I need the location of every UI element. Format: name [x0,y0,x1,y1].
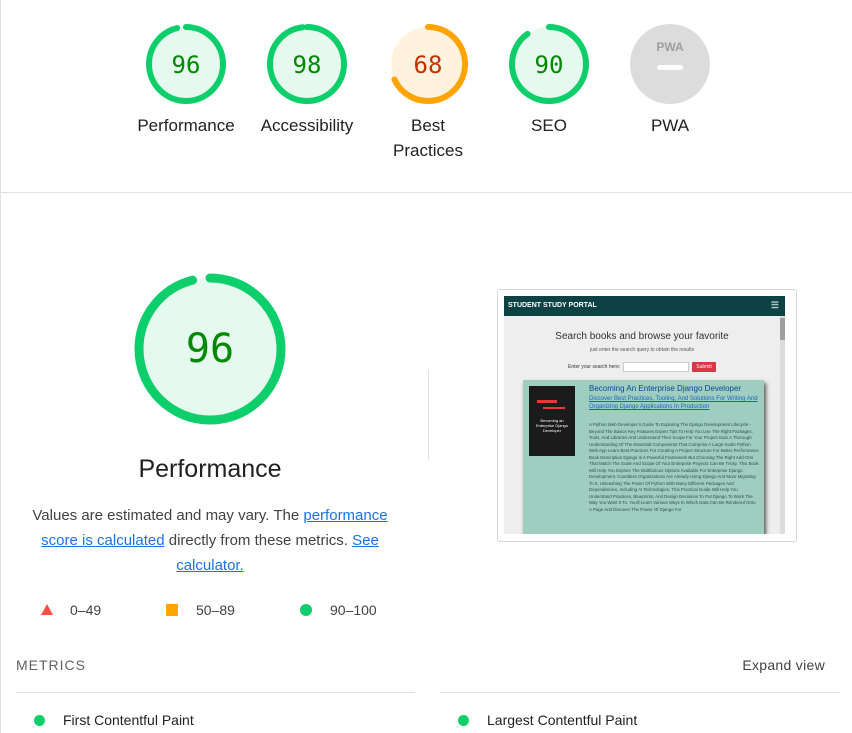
section-divider [0,192,852,193]
metric-first-contentful-paint[interactable]: First Contentful Paint [34,712,194,728]
gauge-score: 68 [414,51,443,79]
circle-icon [300,604,312,616]
metrics-heading: METRICS [16,657,86,673]
metrics-rule-right [440,692,840,693]
legend-average: 50–89 [166,600,235,620]
description-text-2: directly from these metrics. [164,532,353,549]
vertical-separator [428,370,429,460]
legend-pass: 90–100 [300,600,377,620]
accessibility-gauge-ring: 98 [267,24,347,104]
screenshot-search-input [623,362,690,372]
performance-score: 96 [186,326,234,372]
book-description: A Python Web Developer's Guide To Explor… [589,422,759,512]
gauge-label: Performance [137,116,235,135]
pass-circle-icon [458,714,469,726]
triangle-icon [41,604,53,615]
pass-circle-icon [34,714,45,726]
hamburger-icon: ☰ [770,300,779,310]
legend-pass-label: 90–100 [330,602,377,618]
legend-fail-label: 0–49 [70,602,102,618]
screenshot-search-label: Enter your search here: [568,364,621,370]
expand-view-toggle[interactable]: Expand view [742,657,825,673]
metrics-rule-left [16,692,415,693]
gauge-seo[interactable]: 90 SEO [489,0,609,138]
seo-gauge-ring: 90 [509,24,589,104]
gauge-accessibility[interactable]: 98 Accessibility [247,0,367,138]
metric-label: Largest Contentful Paint [487,712,638,728]
gauge-label: SEO [531,116,567,135]
gauge-pwa[interactable]: PWA PWA [610,0,730,138]
screenshot-subheading: just enter the search query to obtain th… [589,347,695,353]
pwa-badge-icon: PWA [630,24,710,104]
performance-gauge-ring: 96 [146,24,226,104]
screenshot-book-card: Becoming an Enterprise Django Developer … [523,380,764,534]
book-cover-text: Becoming an Enterprise Django Developer [535,418,569,433]
screenshot-viewport: STUDENT STUDY PORTAL ☰ Search books and … [504,296,785,534]
performance-description: Values are estimated and may vary. The p… [20,503,400,578]
category-gauges: 96 Performance 98 Accessibility 68 Best … [0,0,852,192]
screenshot-scroll-thumb [780,318,785,340]
gauge-best-practices[interactable]: 68 Best Practices [368,0,488,163]
book-title: Becoming An Enterprise Django Developer [589,384,742,393]
final-screenshot[interactable]: STUDENT STUDY PORTAL ☰ Search books and … [497,289,797,542]
gauge-label-line2: Practices [393,141,463,160]
gauge-score: 96 [172,51,201,79]
screenshot-brand: STUDENT STUDY PORTAL [508,302,597,309]
legend-average-label: 50–89 [196,602,235,618]
square-icon [166,604,178,616]
performance-title: Performance [138,455,282,483]
gauge-score: 90 [535,51,564,79]
best-practices-gauge-ring: 68 [388,24,468,104]
description-text: Values are estimated and may vary. The [32,507,304,524]
screenshot-search-row: Enter your search here: Submit [568,362,716,372]
metric-largest-contentful-paint[interactable]: Largest Contentful Paint [458,712,637,728]
pwa-badge-text: PWA [656,40,684,54]
gauge-label: Best Practices [368,113,488,163]
gauge-label: Accessibility [260,116,354,135]
legend-fail: 0–49 [40,600,101,620]
gauge-label: PWA [650,116,690,135]
book-cover-image: Becoming an Enterprise Django Developer [529,386,575,456]
gauge-score: 98 [293,51,322,79]
screenshot-navbar: STUDENT STUDY PORTAL ☰ [504,296,785,316]
screenshot-scrollbar [780,316,785,534]
screenshot-submit-button: Submit [692,362,716,372]
performance-score-gauge: 96 [134,273,286,425]
book-subtitle: Discover Best Practices, Tooling, And So… [589,396,758,410]
gauge-label-line1: Best [410,116,446,135]
gauge-performance[interactable]: 96 Performance [126,0,246,138]
metric-label: First Contentful Paint [63,712,194,728]
screenshot-heading: Search books and browse your favorite [555,331,729,342]
